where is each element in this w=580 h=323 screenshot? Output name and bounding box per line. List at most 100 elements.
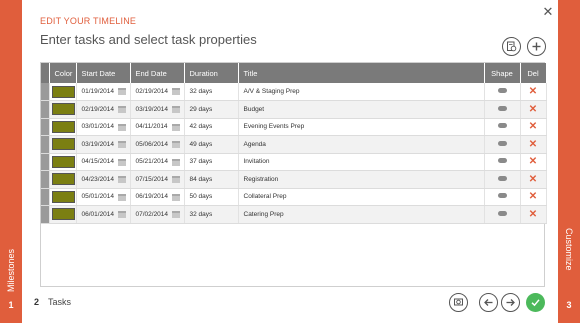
add-task-button[interactable] [527,37,546,56]
confirm-button[interactable] [526,293,545,312]
color-swatch[interactable] [51,155,75,168]
shape-toggle-icon[interactable] [497,193,507,199]
customize-side-tab[interactable]: Customize 3 [558,0,580,323]
shape-toggle-icon[interactable] [497,158,507,164]
shape-toggle-icon[interactable] [497,175,507,181]
color-swatch[interactable] [51,120,75,133]
delete-cell[interactable]: ✕ [520,118,547,136]
calendar-icon[interactable] [117,211,126,218]
calendar-icon[interactable] [171,88,180,95]
end-date-cell[interactable]: 04/11/2014 [130,118,185,136]
shape-toggle-icon[interactable] [497,123,507,129]
calendar-icon[interactable] [117,141,126,148]
row-drag-handle[interactable] [41,100,50,119]
shape-toggle-icon[interactable] [497,105,507,111]
start-date-cell[interactable]: 04/15/2014 [76,153,131,171]
calendar-icon[interactable] [171,211,180,218]
shape-cell[interactable] [484,83,521,101]
calendar-icon[interactable] [171,123,180,131]
shape-cell[interactable] [484,118,521,136]
color-swatch[interactable] [51,190,75,203]
delete-icon[interactable]: ✕ [529,174,537,185]
duration-cell[interactable]: 84 days [184,170,239,189]
calendar-icon[interactable] [117,88,126,95]
color-swatch[interactable] [51,173,75,186]
start-date-cell[interactable]: 04/23/2014 [76,170,131,189]
row-drag-handle[interactable] [41,205,50,224]
shape-cell[interactable] [484,100,521,119]
end-date-cell[interactable]: 05/21/2014 [130,153,185,171]
delete-cell[interactable]: ✕ [520,188,547,206]
calendar-icon[interactable] [117,123,126,131]
delete-icon[interactable]: ✕ [529,86,537,97]
end-date-cell[interactable]: 07/02/2014 [130,205,185,224]
start-date-cell[interactable]: 06/01/2014 [76,205,131,224]
delete-icon[interactable]: ✕ [529,191,537,202]
delete-cell[interactable]: ✕ [520,205,547,224]
row-drag-handle[interactable] [41,83,50,101]
title-cell[interactable]: Registration [238,170,485,189]
shape-cell[interactable] [484,170,521,189]
end-date-cell[interactable]: 06/19/2014 [130,188,185,206]
start-date-cell[interactable]: 02/19/2014 [76,100,131,119]
title-cell[interactable]: Budget [238,100,485,119]
color-cell[interactable] [49,118,77,136]
shape-toggle-icon[interactable] [497,210,507,216]
delete-icon[interactable]: ✕ [529,209,537,220]
color-cell[interactable] [49,100,77,119]
color-swatch[interactable] [51,208,75,221]
title-cell[interactable]: A/V & Staging Prep [238,83,485,101]
delete-icon[interactable]: ✕ [529,121,537,132]
color-cell[interactable] [49,135,77,154]
shape-cell[interactable] [484,135,521,154]
calendar-icon[interactable] [171,158,180,166]
start-date-cell[interactable]: 01/19/2014 [76,83,131,101]
color-swatch[interactable] [51,138,75,151]
calendar-icon[interactable] [117,106,126,113]
title-cell[interactable]: Collateral Prep [238,188,485,206]
preview-button[interactable] [449,293,468,312]
title-cell[interactable]: Evening Events Prep [238,118,485,136]
milestones-side-tab[interactable]: Milestones 1 [0,0,22,323]
delete-cell[interactable]: ✕ [520,153,547,171]
color-swatch[interactable] [51,85,75,98]
shape-toggle-icon[interactable] [497,140,507,146]
duration-cell[interactable]: 32 days [184,205,239,224]
shape-cell[interactable] [484,188,521,206]
color-swatch[interactable] [51,103,75,116]
shape-toggle-icon[interactable] [497,88,507,93]
start-date-cell[interactable]: 03/01/2014 [76,118,131,136]
start-date-cell[interactable]: 05/01/2014 [76,188,131,206]
delete-cell[interactable]: ✕ [520,170,547,189]
calendar-icon[interactable] [117,158,126,166]
calendar-icon[interactable] [171,141,180,148]
shape-cell[interactable] [484,205,521,224]
start-date-cell[interactable]: 03/19/2014 [76,135,131,154]
next-button[interactable] [501,293,520,312]
delete-icon[interactable]: ✕ [529,156,537,167]
title-cell[interactable]: Catering Prep [238,205,485,224]
calendar-document-button[interactable] [502,37,521,56]
shape-cell[interactable] [484,153,521,171]
duration-cell[interactable]: 32 days [184,83,239,101]
title-cell[interactable]: Agenda [238,135,485,154]
end-date-cell[interactable]: 02/19/2014 [130,83,185,101]
row-drag-handle[interactable] [41,170,50,189]
end-date-cell[interactable]: 07/15/2014 [130,170,185,189]
calendar-icon[interactable] [117,176,126,183]
color-cell[interactable] [49,83,77,101]
row-drag-handle[interactable] [41,118,50,136]
color-cell[interactable] [49,170,77,189]
row-drag-handle[interactable] [41,188,50,206]
delete-icon[interactable]: ✕ [529,139,537,150]
duration-cell[interactable]: 49 days [184,135,239,154]
duration-cell[interactable]: 50 days [184,188,239,206]
delete-cell[interactable]: ✕ [520,135,547,154]
calendar-icon[interactable] [171,106,180,113]
back-button[interactable] [479,293,498,312]
duration-cell[interactable]: 37 days [184,153,239,171]
calendar-icon[interactable] [171,193,180,201]
end-date-cell[interactable]: 03/19/2014 [130,100,185,119]
color-cell[interactable] [49,188,77,206]
row-drag-handle[interactable] [41,153,50,171]
